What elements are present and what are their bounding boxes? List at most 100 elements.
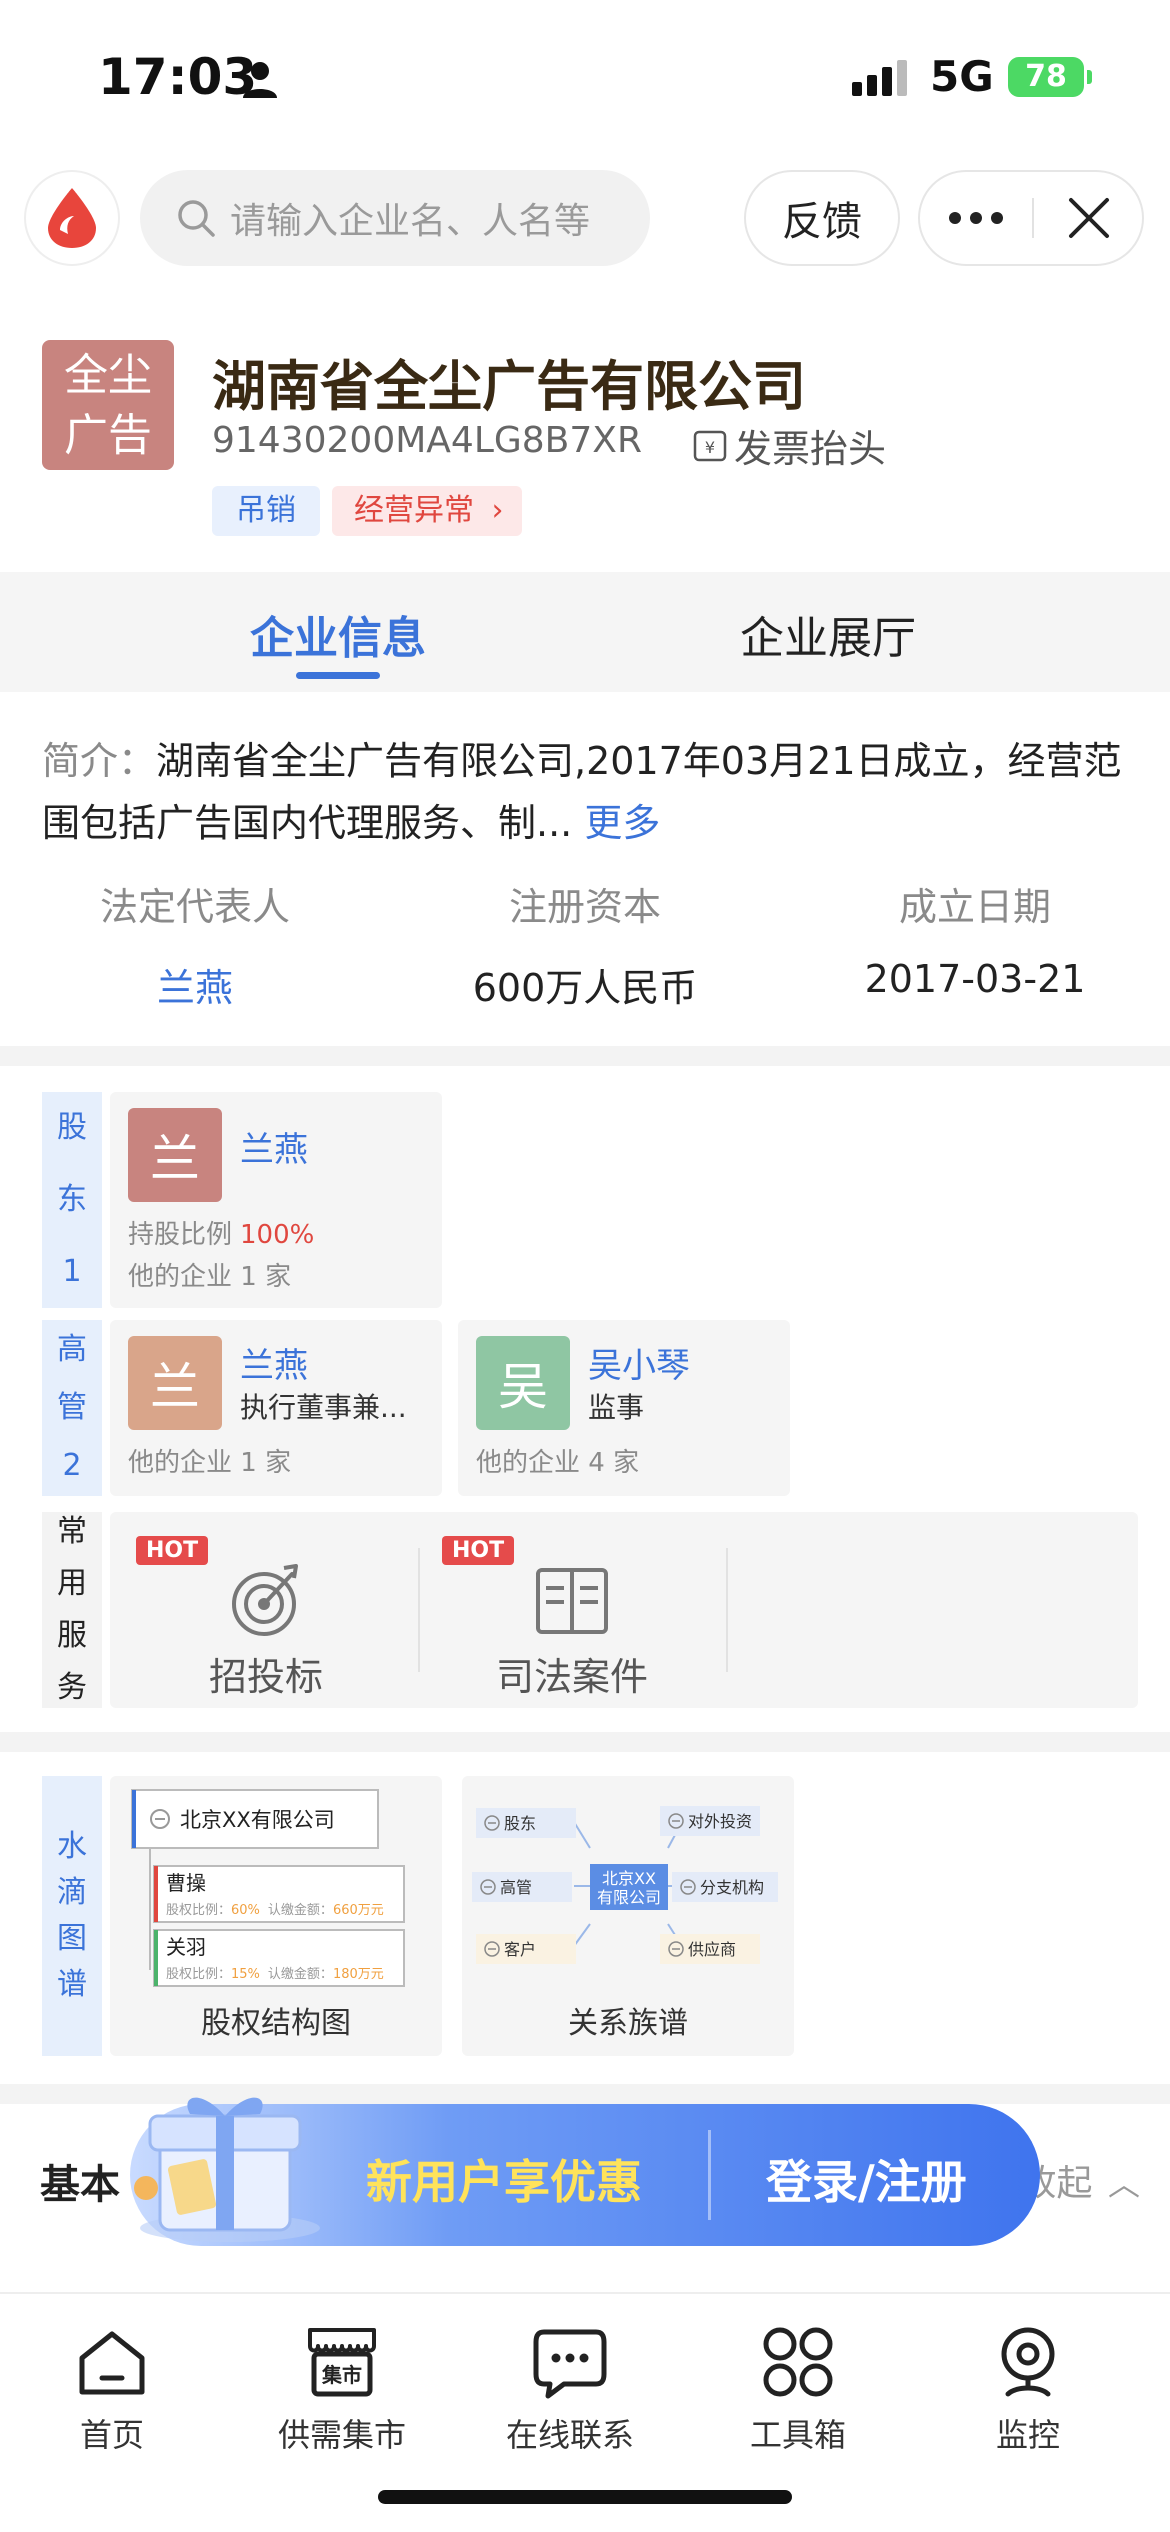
stat-capital: 注册资本 600万人民币	[390, 876, 780, 1012]
side-label-char: 东	[57, 1182, 87, 1217]
nav-home[interactable]: 首页	[12, 2322, 212, 2456]
nav-monitor[interactable]: 监控	[928, 2322, 1128, 2456]
nav-label: 在线联系	[505, 2416, 634, 2454]
equity-root: 北京XX有限公司	[180, 1808, 335, 1832]
feedback-button[interactable]: 反馈	[744, 170, 900, 266]
svg-text:股权比例：60%认缴金额：660万元: 股权比例：60% 认缴金额：660万元	[166, 1902, 384, 1918]
side-label-char: 务	[57, 1670, 87, 1705]
stat-label: 注册资本	[508, 885, 661, 929]
related-companies: 他的企业 1 家	[128, 1448, 292, 1478]
avatar: 兰	[128, 1336, 222, 1430]
more-button[interactable]	[920, 172, 1032, 264]
equity-structure-card[interactable]: 北京XX有限公司 曹操 股权比例：60% 认缴金额：660万元 关羽 股权比例：1…	[110, 1776, 442, 2056]
service-bidding[interactable]: HOT 招投标	[116, 1512, 416, 1708]
nav-label: 监控	[995, 2416, 1060, 2454]
battery-tip	[1087, 70, 1092, 84]
close-button[interactable]	[1034, 172, 1144, 264]
target-icon	[232, 1564, 298, 1636]
chat-icon	[533, 2329, 607, 2399]
side-label-char: 2	[62, 1448, 82, 1483]
person-name[interactable]: 兰燕	[240, 1338, 308, 1387]
relation-node: 供应商	[688, 1940, 736, 1959]
person-role: 执行董事兼...	[240, 1391, 407, 1424]
login-register-button[interactable]: 登录/注册	[766, 2146, 967, 2212]
tab-company-showroom[interactable]: 企业展厅	[740, 602, 916, 666]
person-name[interactable]: 兰燕	[240, 1122, 308, 1171]
shareholder-card[interactable]: 兰 兰燕 持股比例 100% 他的企业 1 家	[110, 1092, 442, 1308]
hot-badge: HOT	[136, 1536, 209, 1565]
executive-card[interactable]: 吴 吴小琴 监事 他的企业 4 家	[458, 1320, 790, 1496]
legal-rep-link[interactable]: 兰燕	[0, 957, 390, 1012]
tab-bar: 企业信息 企业展厅	[0, 572, 1170, 692]
home-indicator[interactable]	[378, 2490, 792, 2504]
app-logo[interactable]	[24, 170, 120, 266]
nav-chat[interactable]: 在线联系	[470, 2322, 670, 2456]
holding-ratio-value: 100%	[240, 1220, 315, 1250]
relation-node: 分支机构	[700, 1878, 764, 1897]
company-logo-line1: 全尘	[64, 350, 152, 401]
holder-amount-label: 认缴金额：	[268, 1966, 333, 1982]
market-icon-text: 集市	[321, 2363, 362, 2387]
nav-label: 供需集市	[277, 2416, 406, 2454]
intro-more-link[interactable]: 更多	[584, 801, 660, 845]
relation-node: 对外投资	[688, 1812, 752, 1831]
promo-divider	[708, 2130, 711, 2220]
graph-title: 股权结构图	[201, 2006, 351, 2041]
holder-ratio-label: 股权比例：	[166, 1966, 231, 1982]
holder-name: 曹操	[166, 1871, 206, 1895]
more-dots-icon	[949, 212, 1003, 224]
side-label-char: 滴	[57, 1875, 87, 1910]
avatar: 兰	[128, 1108, 222, 1202]
company-intro: 简介：湖南省全尘广告有限公司,2017年03月21日成立，经营范围包括广告国内代…	[42, 730, 1132, 854]
holder-name: 关羽	[166, 1935, 206, 1959]
close-icon	[1069, 198, 1109, 238]
relation-graph-card[interactable]: 北京XX 有限公司 股东 高管 客户 对外投资 分支机构 供应商 关系族谱	[462, 1776, 794, 2056]
side-label-char: 谱	[57, 1967, 87, 2002]
stat-value: 2017-03-21	[864, 957, 1086, 1001]
side-label-char: 服	[57, 1618, 87, 1653]
holding-ratio-label: 持股比例	[128, 1220, 233, 1250]
intro-label: 简介：	[42, 739, 157, 783]
section-gap	[0, 1732, 1170, 1752]
hot-badge: HOT	[442, 1536, 515, 1565]
service-label: 司法案件	[495, 1655, 648, 1699]
avatar: 吴	[476, 1336, 570, 1430]
search-placeholder: 请输入企业名、人名等	[230, 201, 591, 242]
status-time: 17:03	[98, 48, 258, 106]
stat-founded: 成立日期 2017-03-21	[780, 876, 1170, 1001]
invoice-header-link[interactable]: ¥ 发票抬头	[692, 418, 886, 473]
person-name[interactable]: 吴小琴	[588, 1338, 690, 1387]
svg-text:¥: ¥	[705, 438, 715, 457]
status-badge: 吊销	[212, 486, 320, 536]
side-label-char: 水	[57, 1829, 87, 1864]
relation-node: 高管	[500, 1878, 532, 1897]
service-divider	[726, 1548, 728, 1672]
side-label-char: 管	[57, 1390, 87, 1425]
relation-center: 有限公司	[597, 1888, 661, 1907]
nav-label: 首页	[79, 2416, 144, 2454]
tab-company-info[interactable]: 企业信息	[250, 602, 426, 666]
market-icon: 集市	[308, 2328, 376, 2397]
graphs-label: 水 滴 图 谱	[42, 1776, 102, 2056]
camera-icon	[1001, 2327, 1055, 2397]
service-judicial[interactable]: HOT 司法案件	[422, 1512, 722, 1708]
mini-program-capsule	[918, 170, 1144, 266]
nav-market[interactable]: 集市 供需集市	[242, 2322, 442, 2456]
company-logo-line2: 广告	[64, 410, 152, 461]
stat-value: 600万人民币	[472, 966, 698, 1010]
nav-toolbox[interactable]: 工具箱	[698, 2322, 898, 2456]
search-input[interactable]: 请输入企业名、人名等	[140, 170, 650, 266]
person-role: 监事	[588, 1391, 645, 1424]
chevron-up-icon: ︿	[1107, 2165, 1140, 2203]
graph-title: 关系族谱	[568, 2006, 688, 2041]
relation-node: 客户	[504, 1940, 536, 1959]
section-title: 基本	[40, 2162, 120, 2208]
service-divider	[418, 1548, 420, 1672]
side-label-char: 图	[57, 1921, 87, 1956]
shareholders-label: 股 东 1	[42, 1092, 102, 1308]
promo-text: 新用户享优惠	[366, 2155, 642, 2209]
company-name: 湖南省全尘广告有限公司	[212, 355, 806, 418]
abnormal-badge[interactable]: 经营异常 ›	[332, 486, 522, 536]
relation-center: 北京XX	[602, 1869, 656, 1888]
executive-card[interactable]: 兰 兰燕 执行董事兼... 他的企业 1 家	[110, 1320, 442, 1496]
